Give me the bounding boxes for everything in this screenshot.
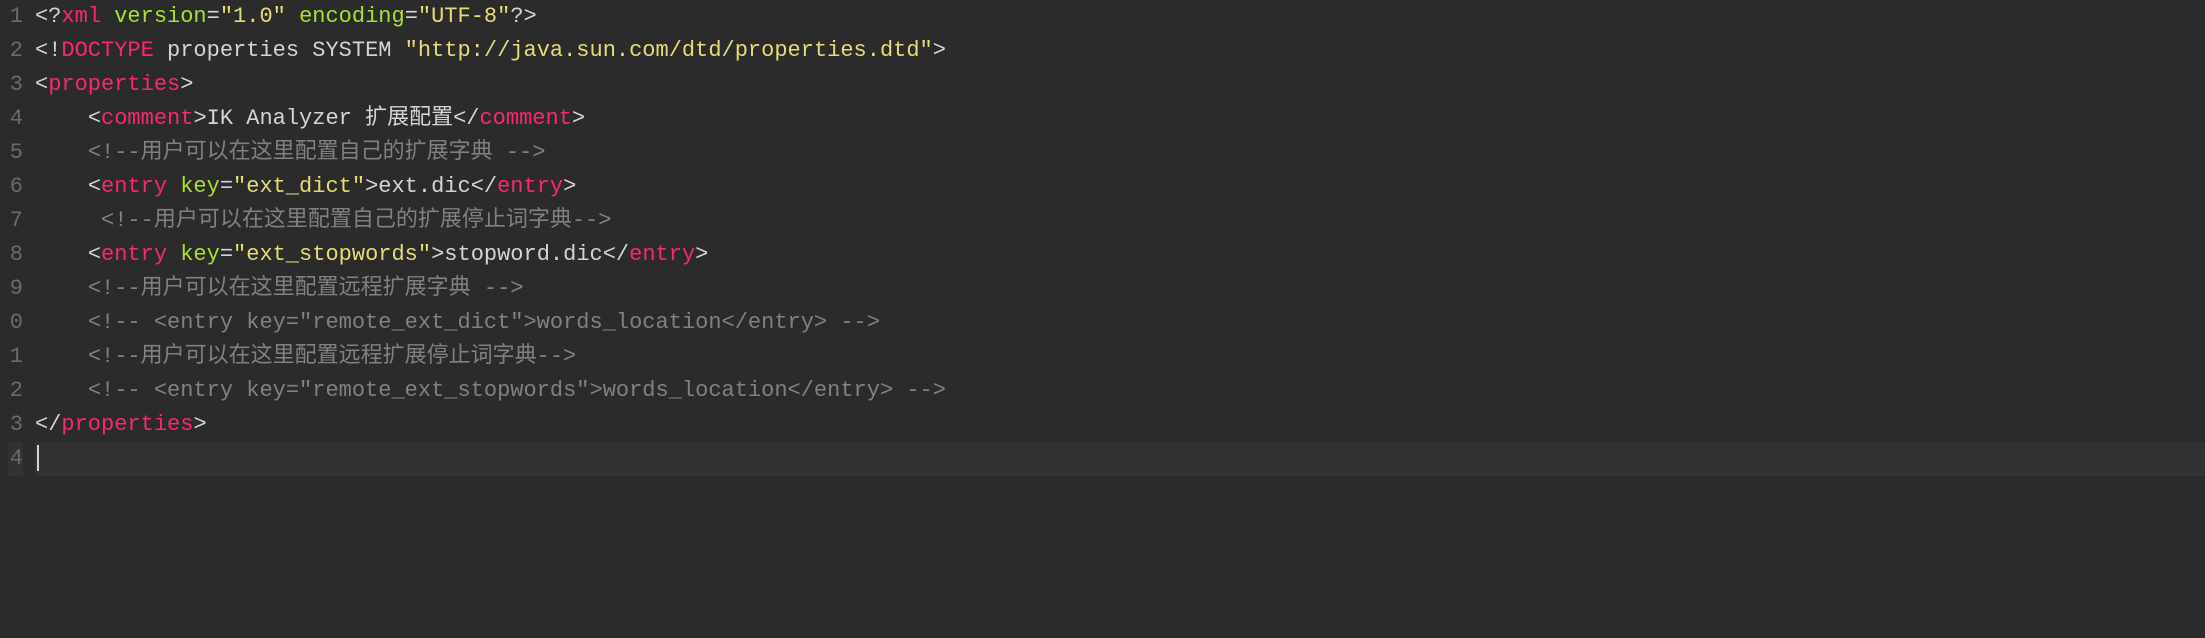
code-line[interactable]: <!--用户可以在这里配置远程扩展停止词字典-->	[35, 340, 2205, 374]
line-number: 3	[8, 408, 23, 442]
line-number: 5	[8, 136, 23, 170]
code-line[interactable]: </properties>	[35, 408, 2205, 442]
doctype-keyword: DOCTYPE	[61, 38, 153, 63]
line-number: 1	[8, 340, 23, 374]
tag-name: comment	[479, 106, 571, 131]
code-line[interactable]: <!-- <entry key="remote_ext_dict">words_…	[35, 306, 2205, 340]
tag-name: entry	[101, 242, 167, 267]
code-line[interactable]: <properties>	[35, 68, 2205, 102]
line-number: 9	[8, 272, 23, 306]
code-line[interactable]: <?xml version="1.0" encoding="UTF-8"?>	[35, 0, 2205, 34]
code-editor[interactable]: 1 2 3 4 5 6 7 8 9 0 1 2 3 4 <?xml versio…	[0, 0, 2205, 476]
attr-value: "1.0"	[220, 4, 286, 29]
tag-name: entry	[497, 174, 563, 199]
text-content: ext.dic	[378, 174, 470, 199]
tag-name: properties	[61, 412, 193, 437]
line-number: 0	[8, 306, 23, 340]
line-number: 1	[8, 0, 23, 34]
tag-name: properties	[48, 72, 180, 97]
text-content: stopword.dic	[444, 242, 602, 267]
code-line[interactable]: <!DOCTYPE properties SYSTEM "http://java…	[35, 34, 2205, 68]
code-line[interactable]: <comment>IK Analyzer 扩展配置</comment>	[35, 102, 2205, 136]
code-line[interactable]: <!--用户可以在这里配置远程扩展字典 -->	[35, 272, 2205, 306]
attr-value: "UTF-8"	[418, 4, 510, 29]
xml-tag: xml	[61, 4, 101, 29]
line-number-gutter: 1 2 3 4 5 6 7 8 9 0 1 2 3 4	[0, 0, 35, 476]
attr-name: key	[180, 174, 220, 199]
xml-comment: <!--用户可以在这里配置自己的扩展停止词字典-->	[101, 208, 611, 233]
xml-comment: <!-- <entry key="remote_ext_stopwords">w…	[88, 378, 946, 403]
tag-name: comment	[101, 106, 193, 131]
xml-comment: <!--用户可以在这里配置远程扩展停止词字典-->	[88, 344, 576, 369]
line-number: 3	[8, 68, 23, 102]
code-line[interactable]: <!--用户可以在这里配置自己的扩展字典 -->	[35, 136, 2205, 170]
attr-value: "ext_dict"	[233, 174, 365, 199]
xml-comment: <!-- <entry key="remote_ext_dict">words_…	[88, 310, 880, 335]
pi-open: <?	[35, 4, 61, 29]
line-number: 4	[8, 102, 23, 136]
xml-comment: <!--用户可以在这里配置远程扩展字典 -->	[88, 276, 524, 301]
code-line[interactable]: <entry key="ext_stopwords">stopword.dic<…	[35, 238, 2205, 272]
tag-name: entry	[629, 242, 695, 267]
attr-name: encoding	[299, 4, 405, 29]
dtd-url: "http://java.sun.com/dtd/properties.dtd"	[405, 38, 933, 63]
pi-close: ?>	[510, 4, 536, 29]
text-cursor	[37, 445, 39, 471]
code-line[interactable]: <!--用户可以在这里配置自己的扩展停止词字典-->	[35, 204, 2205, 238]
line-number: 4	[8, 442, 23, 476]
line-number: 6	[8, 170, 23, 204]
line-number: 2	[8, 374, 23, 408]
line-number: 8	[8, 238, 23, 272]
line-number: 7	[8, 204, 23, 238]
attr-value: "ext_stopwords"	[233, 242, 431, 267]
code-line[interactable]: <entry key="ext_dict">ext.dic</entry>	[35, 170, 2205, 204]
xml-comment: <!--用户可以在这里配置自己的扩展字典 -->	[88, 140, 546, 165]
code-line-active[interactable]	[35, 442, 2205, 476]
attr-name: key	[180, 242, 220, 267]
text-content: IK Analyzer 扩展配置	[207, 106, 453, 131]
code-area[interactable]: <?xml version="1.0" encoding="UTF-8"?> <…	[35, 0, 2205, 476]
attr-name: version	[114, 4, 206, 29]
line-number: 2	[8, 34, 23, 68]
tag-name: entry	[101, 174, 167, 199]
code-line[interactable]: <!-- <entry key="remote_ext_stopwords">w…	[35, 374, 2205, 408]
